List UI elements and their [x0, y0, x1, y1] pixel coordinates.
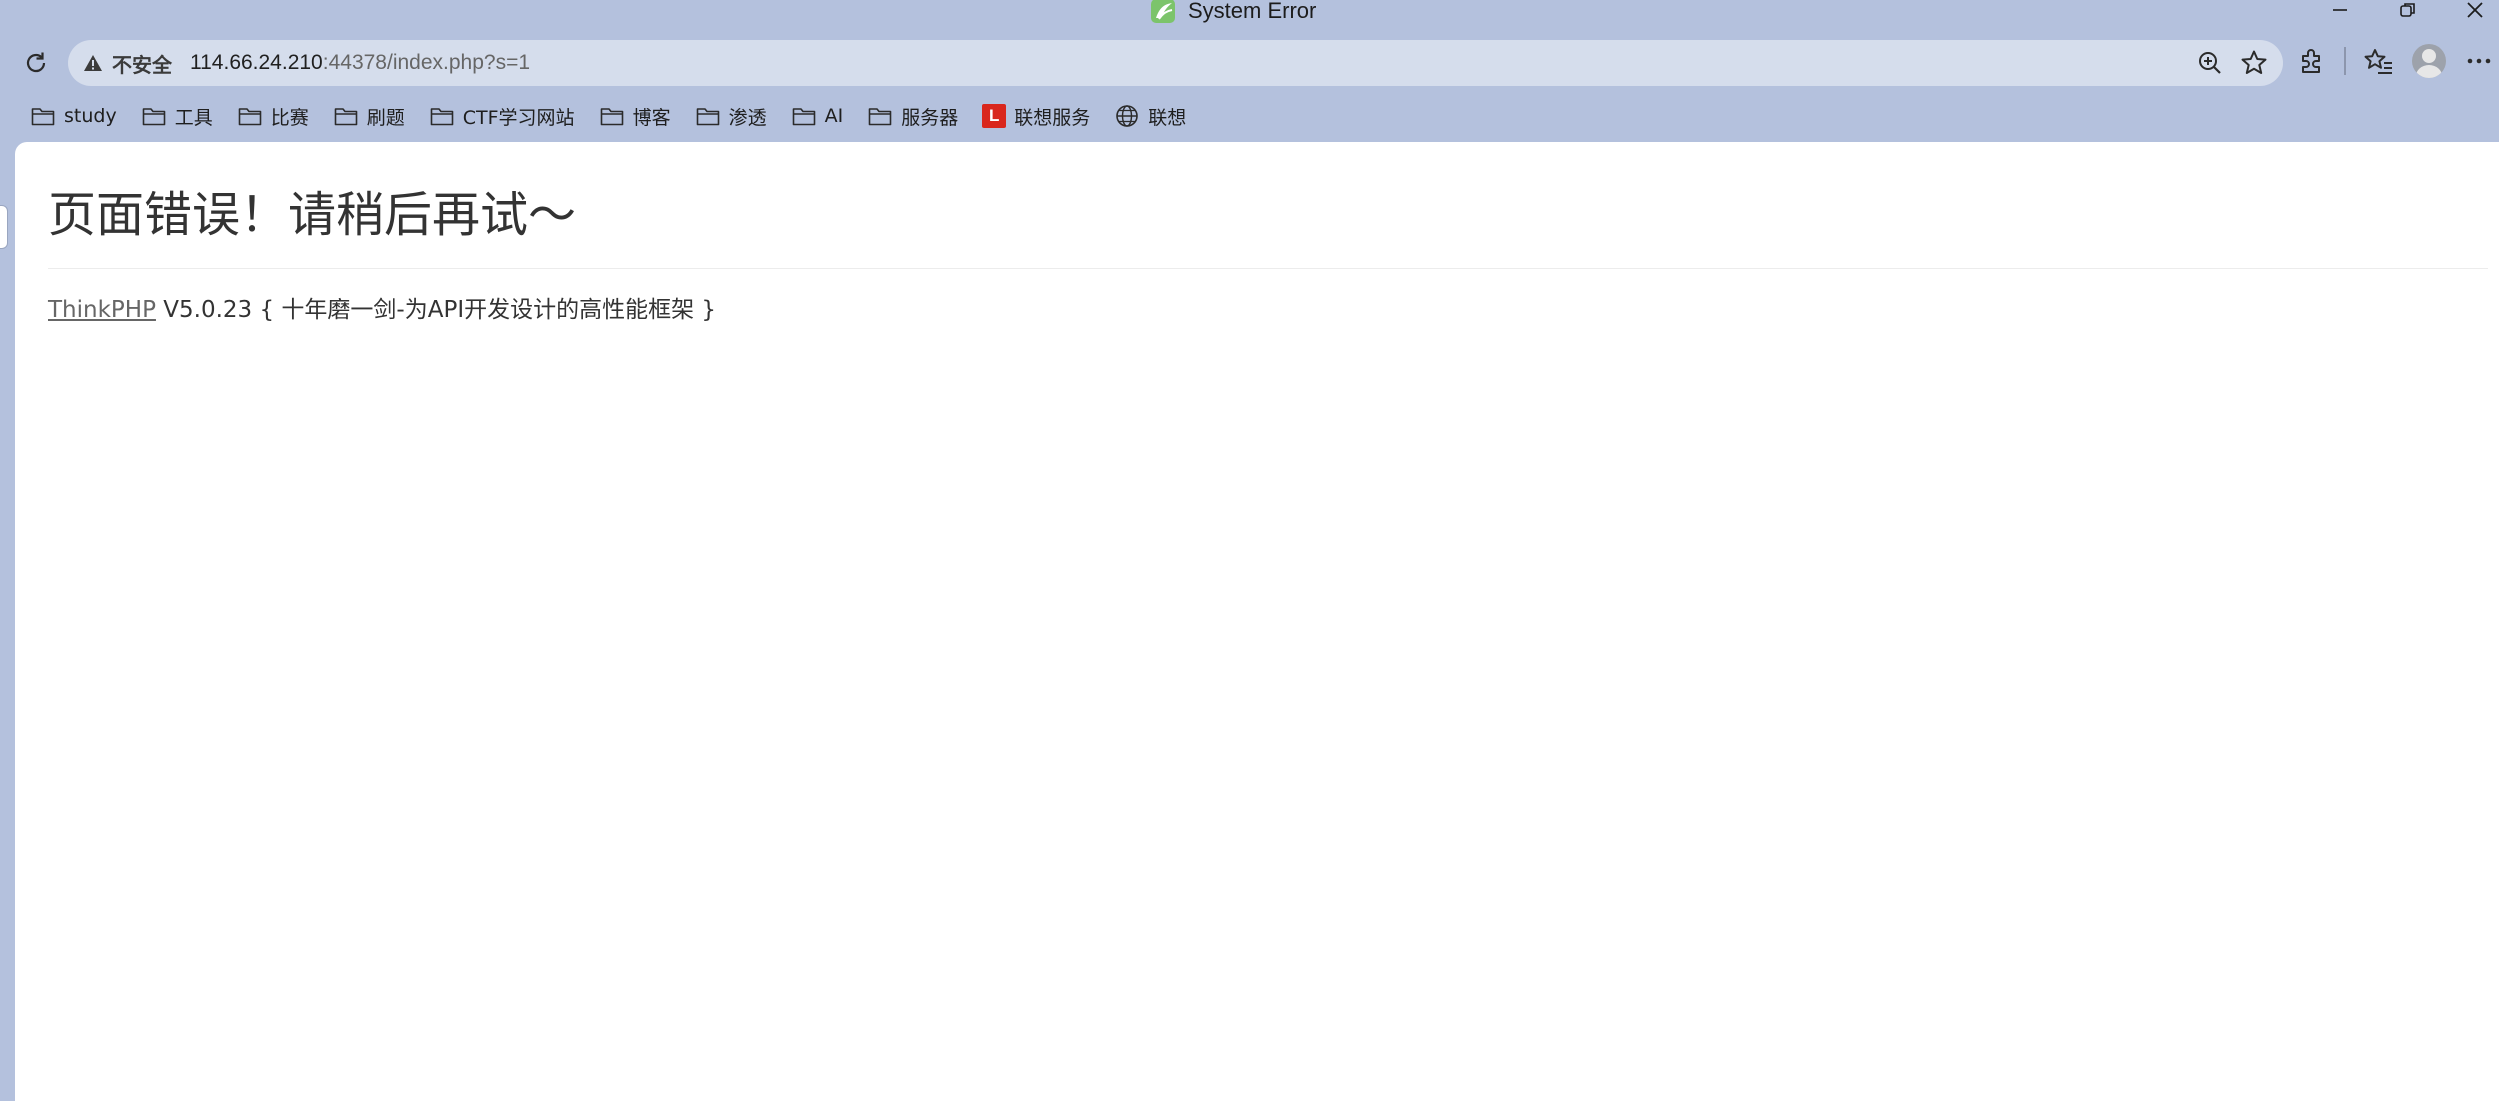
url-path: :44378/index.php?s=1 [322, 51, 531, 74]
folder-icon [429, 104, 455, 128]
window-title: System Error [1188, 0, 1317, 23]
refresh-icon [26, 52, 46, 73]
bookmark-label: 服务器 [901, 106, 959, 129]
bookmark-label: study [64, 105, 117, 127]
sidebar-strip [0, 142, 15, 1101]
favorites-icon[interactable] [2364, 46, 2394, 76]
globe-icon [1114, 104, 1140, 128]
lenovo-icon: L [982, 104, 1007, 128]
folder-icon [333, 104, 359, 128]
refresh-button[interactable] [18, 46, 54, 80]
framework-slogan: { 十年磨一剑-为API开发设计的高性能框架 } [259, 297, 717, 323]
bookmark-label: 联想服务 [1014, 106, 1091, 129]
bookmark-practice[interactable]: 刷题 [333, 100, 405, 132]
folder-icon [237, 104, 263, 128]
bookmark-study[interactable]: study [30, 100, 117, 132]
extensions-icon[interactable] [2296, 46, 2326, 76]
bookmark-label: 工具 [174, 106, 213, 129]
divider [48, 268, 2488, 269]
bookmark-label: 联想 [1148, 106, 1187, 129]
folder-icon [695, 104, 721, 128]
folder-icon [791, 104, 817, 128]
bookmark-competition[interactable]: 比赛 [237, 100, 309, 132]
window-title-group: System Error [1150, 0, 1316, 25]
folder-icon [141, 104, 167, 128]
bookmark-label: 博客 [632, 106, 671, 129]
bookmark-tools[interactable]: 工具 [141, 100, 213, 132]
bookmark-lenovo-service[interactable]: L 联想服务 [982, 100, 1090, 132]
bookmark-label: 渗透 [728, 106, 767, 129]
page-content: 页面错误！请稍后再试～ ThinkPHP V5.0.23 { 十年磨一剑-为AP… [15, 142, 2499, 1101]
address-bar[interactable]: 不安全 114.66.24.210:44378/index.php?s=1 [68, 40, 2283, 86]
folder-icon [599, 104, 625, 128]
bookmarks-bar: study 工具 比赛 刷题 CTF学习网站 博客 渗透 AI 服务器 L 联想… [30, 100, 1210, 132]
bookmark-server[interactable]: 服务器 [867, 100, 958, 132]
thinkphp-link[interactable]: ThinkPHP [48, 297, 156, 323]
bookmark-ai[interactable]: AI [791, 100, 844, 132]
folder-icon [30, 104, 56, 128]
profile-avatar[interactable] [2412, 44, 2446, 78]
bookmark-label: CTF学习网站 [462, 106, 575, 129]
close-button[interactable] [2460, 0, 2490, 24]
url-host: 114.66.24.210 [190, 51, 323, 74]
bookmark-blog[interactable]: 博客 [599, 100, 671, 132]
title-bar: System Error [0, 0, 2499, 24]
error-title: 页面错误！请稍后再试～ [48, 187, 577, 243]
restore-button[interactable] [2393, 0, 2423, 24]
framework-copyright: ThinkPHP V5.0.23 { 十年磨一剑-为API开发设计的高性能框架 … [48, 290, 716, 324]
bookmark-label: AI [824, 105, 844, 127]
folder-icon [867, 104, 893, 128]
bookmark-lenovo[interactable]: 联想 [1114, 100, 1186, 132]
toolbar-divider [2344, 47, 2346, 75]
zoom-icon[interactable] [2195, 48, 2225, 78]
framework-version: V5.0.23 [163, 297, 253, 323]
url-text[interactable]: 114.66.24.210:44378/index.php?s=1 [190, 51, 530, 75]
star-icon[interactable] [2239, 48, 2269, 78]
bookmark-label: 刷题 [366, 106, 405, 129]
thinkphp-favicon-icon [1150, 0, 1178, 24]
security-label[interactable]: 不安全 [112, 49, 172, 78]
browser-toolbar [2296, 44, 2494, 78]
more-icon[interactable] [2464, 46, 2494, 76]
minimize-button[interactable] [2325, 0, 2355, 24]
bookmark-label: 比赛 [270, 106, 309, 129]
bookmark-pentest[interactable]: 渗透 [695, 100, 767, 132]
sidebar-toggle-handle[interactable] [0, 205, 8, 249]
bookmark-ctf-sites[interactable]: CTF学习网站 [429, 100, 575, 132]
warning-icon[interactable] [82, 52, 104, 74]
